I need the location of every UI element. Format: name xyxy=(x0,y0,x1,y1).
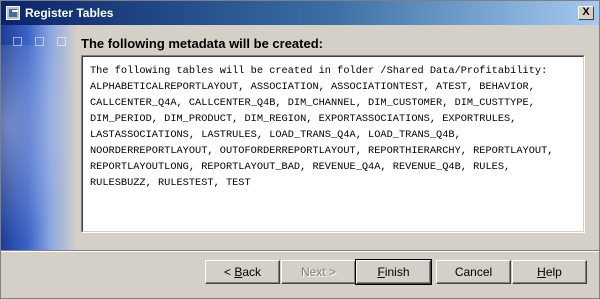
metadata-summary-text: The following tables will be created in … xyxy=(90,65,554,189)
title-bar[interactable]: Register Tables X xyxy=(1,1,599,25)
cancel-button[interactable]: Cancel xyxy=(436,260,511,284)
register-tables-dialog: Register Tables X The following metadata… xyxy=(0,0,600,299)
close-icon: X xyxy=(582,6,590,18)
close-button[interactable]: X xyxy=(578,6,594,20)
help-button-mnemonic: H xyxy=(537,264,546,279)
back-button[interactable]: < Back xyxy=(205,260,280,284)
button-separator xyxy=(1,250,599,252)
finish-button-mnemonic: F xyxy=(377,264,385,279)
app-icon xyxy=(6,6,20,20)
banner-square-decoration xyxy=(57,37,66,46)
wizard-side-banner xyxy=(1,25,77,250)
banner-square-decoration xyxy=(13,37,22,46)
back-button-prefix: < xyxy=(223,264,235,279)
page-heading: The following metadata will be created: xyxy=(81,36,323,51)
banner-square-decoration xyxy=(35,37,44,46)
metadata-summary-inner: The following tables will be created in … xyxy=(82,56,584,232)
metadata-summary-box[interactable]: The following tables will be created in … xyxy=(81,55,585,233)
back-button-label: ack xyxy=(242,264,262,279)
help-button[interactable]: Help xyxy=(512,260,587,284)
finish-button[interactable]: Finish xyxy=(355,259,432,285)
banner-glow xyxy=(1,45,71,245)
next-button[interactable]: Next > xyxy=(281,260,356,284)
finish-button-label: inish xyxy=(384,264,410,279)
window-title: Register Tables xyxy=(25,6,114,20)
help-button-label: elp xyxy=(545,264,562,279)
